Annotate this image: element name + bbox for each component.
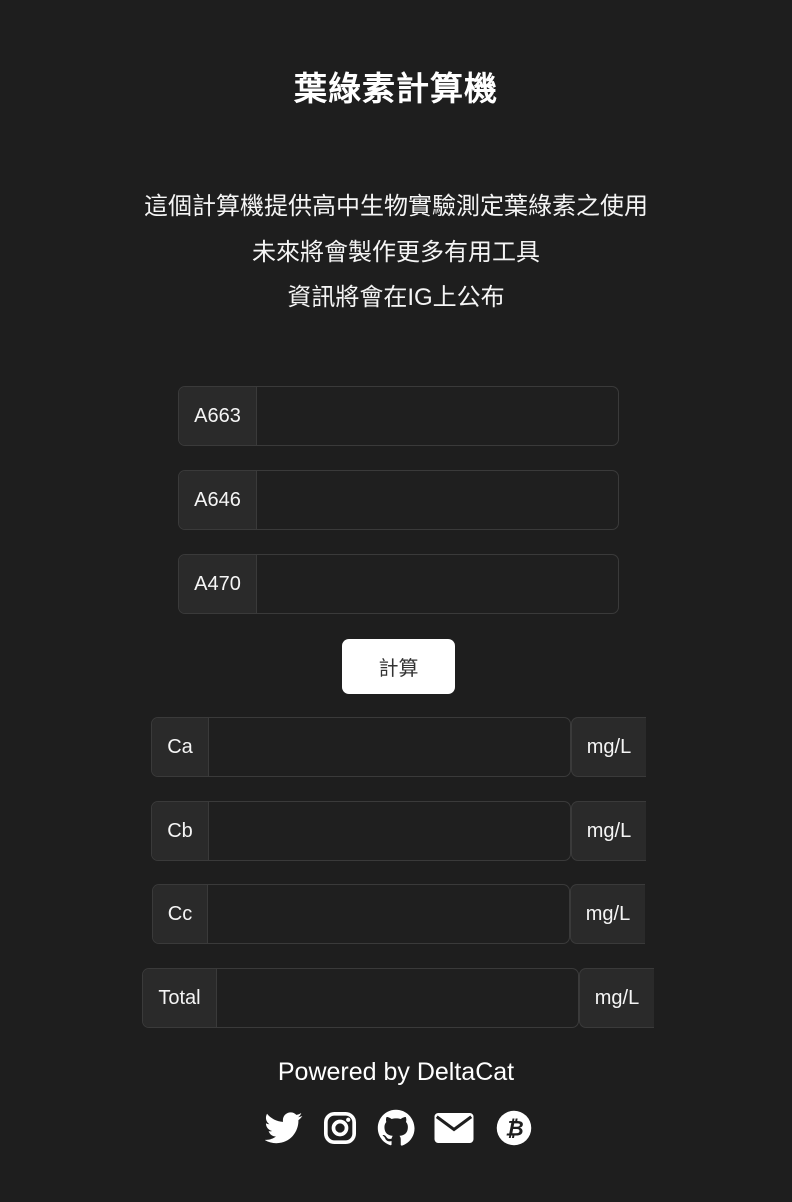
intro-line-2: 未來將會製作更多有用工具	[252, 238, 540, 266]
calculate-button[interactable]: 計算	[342, 639, 455, 694]
instagram-icon[interactable]	[320, 1108, 360, 1148]
cc-unit: mg/L	[570, 884, 645, 944]
cb-label: Cb	[152, 802, 209, 860]
cb-output[interactable]	[209, 802, 570, 860]
intro-text: 這個計算機提供高中生物實驗測定葉綠素之使用 未來將會製作更多有用工具 資訊將會在…	[0, 184, 792, 321]
intro-line-1: 這個計算機提供高中生物實驗測定葉綠素之使用	[144, 193, 648, 220]
svg-text:₿: ₿	[505, 1117, 523, 1141]
ca-result-group: Ca	[151, 717, 571, 777]
twitter-icon[interactable]	[264, 1108, 304, 1148]
bitcoin-icon[interactable]: ₿	[494, 1108, 534, 1148]
a470-input-group: A470	[178, 554, 619, 614]
github-icon[interactable]	[376, 1108, 416, 1148]
total-result-group: Total	[142, 968, 579, 1028]
ca-output[interactable]	[209, 718, 570, 776]
cb-unit: mg/L	[571, 801, 646, 861]
cc-label: Cc	[153, 885, 208, 943]
page-title: 葉綠素計算機	[294, 70, 498, 107]
a470-label: A470	[179, 555, 257, 613]
intro-line-3: 資訊將會在IG上公布	[287, 284, 505, 311]
page: 葉綠素計算機 這個計算機提供高中生物實驗測定葉綠素之使用 未來將會製作更多有用工…	[0, 0, 792, 1202]
cc-result-group: Cc	[152, 884, 570, 944]
a646-input-group: A646	[178, 470, 619, 530]
total-label: Total	[143, 969, 217, 1027]
a470-input[interactable]	[257, 555, 618, 613]
cb-result-group: Cb	[151, 801, 571, 861]
cc-output[interactable]	[208, 885, 569, 943]
email-icon[interactable]	[434, 1108, 474, 1148]
total-unit: mg/L	[579, 968, 654, 1028]
a663-label: A663	[179, 387, 257, 445]
powered-by-text: Powered by DeltaCat	[277, 1058, 515, 1086]
ca-label: Ca	[152, 718, 209, 776]
a663-input-group: A663	[178, 386, 619, 446]
a646-input[interactable]	[257, 471, 618, 529]
ca-unit: mg/L	[571, 717, 646, 777]
a646-label: A646	[179, 471, 257, 529]
a663-input[interactable]	[257, 387, 618, 445]
social-links: ₿	[0, 1108, 792, 1150]
total-output[interactable]	[217, 969, 578, 1027]
